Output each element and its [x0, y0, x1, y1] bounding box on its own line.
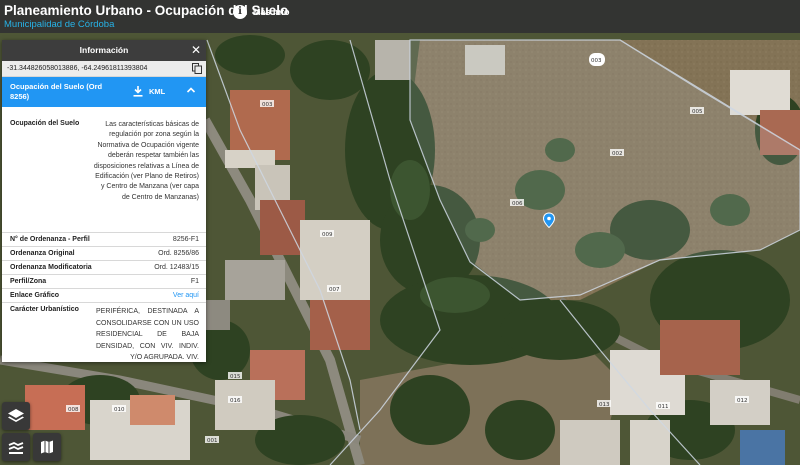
row-label: N° de Ordenanza - Perfil [10, 236, 90, 243]
layer-header[interactable]: Ocupación del Suelo (Ord 8256) KML [2, 77, 206, 107]
parcel-label: 008 [68, 407, 79, 413]
parcel-label: 001 [207, 438, 218, 444]
info-panel: Información ✕ -31.344826058013886, -64.2… [2, 40, 206, 362]
parcel-label: 002 [612, 151, 623, 157]
row-label: Ordenanza Modificatoria [10, 264, 92, 271]
legend-button[interactable] [2, 433, 30, 461]
app-header: Planeamiento Urbano - Ocupación del Suel… [0, 0, 800, 33]
row-label: Ocupación del Suelo [10, 120, 80, 127]
parcel-label: 015 [230, 374, 241, 380]
parcel-label: 007 [329, 287, 340, 293]
parcel-label: 003 [262, 102, 273, 108]
coordinates-bar: -31.344826058013886, -64.24961811393804 [2, 61, 206, 77]
row-label: Enlace Gráfico [10, 292, 60, 299]
table-row: Ordenanza Modificatoria Ord. 12483/15 [2, 261, 206, 275]
table-row: Perfil/Zona F1 [2, 275, 206, 289]
download-icon [133, 86, 143, 97]
layers-icon [8, 409, 24, 422]
parcel-label: 005 [692, 109, 703, 115]
attribute-table: Ocupación del Suelo Las características … [2, 117, 206, 362]
basemap-button[interactable] [33, 433, 61, 461]
panel-title: Información [79, 45, 129, 55]
info-icon: i [233, 5, 247, 19]
parcel-label: 003 [591, 58, 602, 64]
parcel-label: 010 [114, 407, 125, 413]
parcel-label: 009 [322, 232, 333, 238]
row-value: Las características básicas de regulació… [93, 121, 199, 201]
kml-download-button[interactable]: KML [133, 86, 165, 97]
layers-button[interactable] [2, 402, 30, 430]
row-value: Ord. 12483/15 [154, 264, 199, 271]
row-label: Perfil/Zona [10, 278, 47, 285]
row-label: Ordenanza Original [10, 250, 75, 257]
legend-icon [8, 442, 24, 454]
row-value: Ord. 8256/86 [158, 250, 199, 257]
ver-aqui-link[interactable]: Ver aquí [173, 292, 199, 299]
copy-icon[interactable] [192, 63, 202, 74]
map-icon [41, 440, 53, 454]
kml-label: KML [149, 87, 166, 96]
table-row: Carácter Urbanístico PERIFÉRICA, DESTINA… [2, 303, 206, 362]
parcel-label: 006 [512, 201, 523, 207]
parcel-label: 013 [599, 402, 610, 408]
chevron-up-icon[interactable] [186, 85, 196, 95]
close-icon[interactable]: ✕ [191, 43, 201, 57]
more-info-label: Más Info [253, 7, 290, 17]
app-subtitle: Municipalidad de Córdoba [4, 19, 115, 30]
panel-header: Información ✕ [2, 40, 206, 61]
row-value: PERIFÉRICA, DESTINADA A CONSOLIDARSE CON… [96, 308, 199, 361]
parcel-label: 016 [230, 398, 241, 404]
row-value: 8256-F1 [172, 236, 199, 243]
table-row: Ordenanza Original Ord. 8256/86 [2, 247, 206, 261]
row-value: F1 [190, 278, 199, 285]
parcel-label: 011 [658, 404, 669, 410]
coordinates-text: -31.344826058013886, -64.24961811393804 [7, 65, 148, 72]
table-row: N° de Ordenanza - Perfil 8256-F1 [2, 233, 206, 247]
row-label: Carácter Urbanístico [10, 306, 79, 313]
layer-name: Ocupación del Suelo (Ord 8256) [10, 82, 103, 101]
table-row: Ocupación del Suelo Las características … [2, 117, 206, 233]
table-row: Enlace Gráfico Ver aquí [2, 289, 206, 303]
more-info-button[interactable]: i Más Info [233, 4, 290, 20]
parcel-label: 012 [737, 398, 748, 404]
